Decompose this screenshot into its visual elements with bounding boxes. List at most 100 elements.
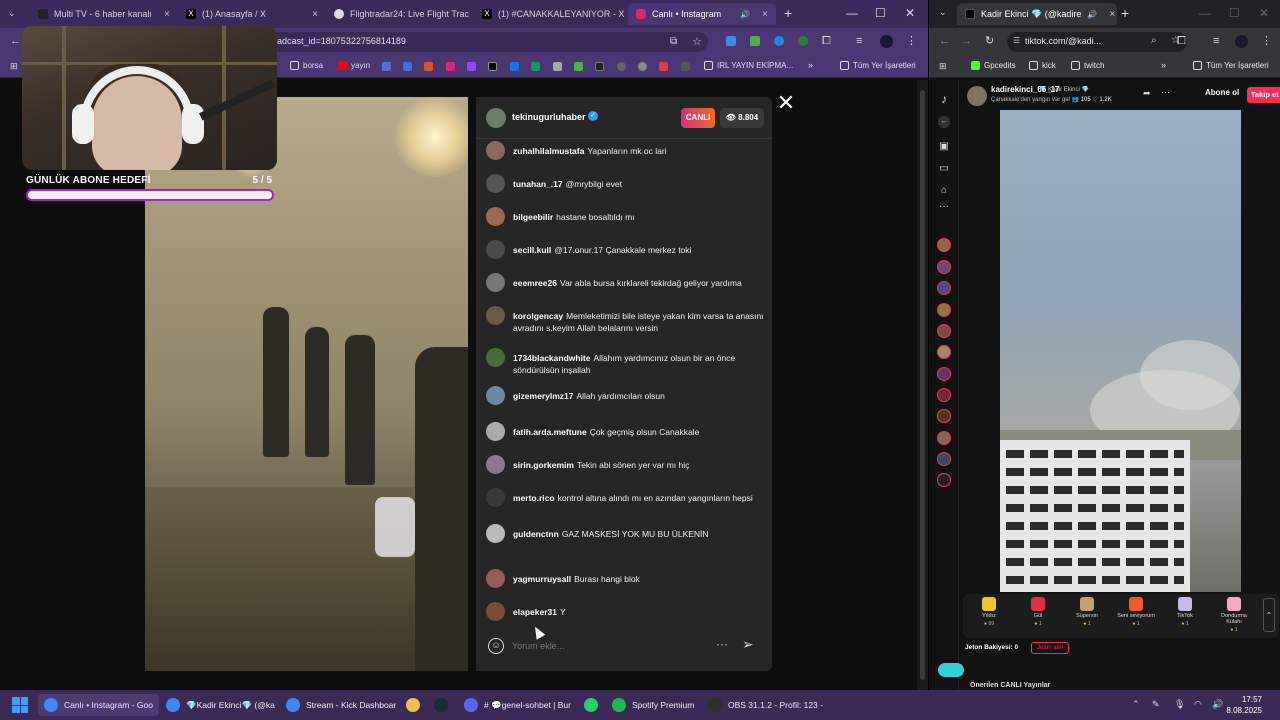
extension-icon[interactable]	[798, 36, 808, 46]
new-tab-icon[interactable]: +	[784, 5, 792, 21]
tiktok-toggle[interactable]	[938, 663, 964, 677]
avatar[interactable]	[486, 524, 505, 543]
bookmark-all[interactable]: Tüm Yer İşaretleri	[840, 61, 916, 70]
tab-search-icon[interactable]: ⌄	[939, 7, 947, 18]
address-bar[interactable]: ☰ tiktok.com/@kadi... ⌕ ☆	[1007, 32, 1187, 52]
avatar[interactable]	[486, 240, 505, 259]
tab-multi-tv[interactable]: Multi TV - 6 haber kanalı ×	[30, 3, 178, 25]
gift-item[interactable]: Yıldız ● 99	[969, 597, 1009, 627]
zoom-icon[interactable]: ⌕	[1151, 35, 1157, 46]
gift-item[interactable]: Süpersin ● 1	[1067, 597, 1107, 627]
bookmark-icon[interactable]	[681, 62, 690, 71]
bookmark-icon[interactable]	[531, 62, 540, 71]
live-user-avatar[interactable]	[937, 409, 951, 423]
live-user-avatar[interactable]	[937, 345, 951, 359]
new-tab-icon[interactable]: +	[1121, 5, 1129, 21]
taskbar-app[interactable]	[400, 694, 426, 716]
tiktok-logo-icon[interactable]: ♪	[937, 92, 951, 106]
bookmark-icon[interactable]	[574, 62, 583, 71]
bookmark-icon[interactable]	[595, 62, 604, 71]
bookmark-icon[interactable]	[424, 62, 433, 71]
comment-username[interactable]: guldenctnn	[513, 529, 559, 539]
taskbar-app[interactable]: Spotify Premium	[606, 694, 700, 716]
comment-username[interactable]: fatih.arda.meftune	[513, 427, 587, 437]
maximize-icon[interactable]: ☐	[875, 6, 886, 20]
profile-avatar[interactable]	[880, 35, 893, 48]
taskbar-app[interactable]: OBS 31.1.2 - Profil: 123 -	[702, 694, 829, 716]
comment-username[interactable]: secill.kull	[513, 245, 551, 255]
forward-arrow-icon[interactable]: →	[961, 35, 972, 47]
window-close-icon[interactable]: ✕	[1259, 6, 1269, 20]
speaker-icon[interactable]: 🔊	[1087, 10, 1097, 19]
comment-username[interactable]: bilgeebilir	[513, 212, 553, 222]
emoji-icon[interactable]: ☺	[488, 638, 504, 654]
avatar[interactable]	[486, 386, 505, 405]
more-options-icon[interactable]: ···	[716, 637, 728, 651]
avatar[interactable]	[486, 422, 505, 441]
extension-icon[interactable]	[750, 36, 760, 46]
tab-flightradar[interactable]: Flightradar24: Live Flight Trac ×	[326, 3, 474, 25]
tab-instagram[interactable]: Canlı • Instagram 🔊 ×	[628, 3, 776, 25]
close-icon[interactable]: ×	[1109, 9, 1115, 20]
comment-input[interactable]	[512, 637, 712, 655]
scrollbar-thumb[interactable]	[920, 90, 925, 680]
bookmark-all[interactable]: Tüm Yer İşaretleri	[1193, 61, 1269, 70]
tray-pen-icon[interactable]: ✎	[1152, 699, 1160, 710]
bookmark-icon[interactable]	[382, 62, 391, 71]
gift-item[interactable]: Dondurma Külahı ● 1	[1214, 597, 1254, 633]
minimize-icon[interactable]: —	[1199, 6, 1211, 20]
bookmark-icon[interactable]	[638, 62, 647, 71]
more-icon[interactable]: ···	[937, 200, 951, 214]
chevron-right-icon[interactable]: »	[808, 60, 813, 70]
cast-icon[interactable]: ⧉	[670, 36, 677, 47]
comment-username[interactable]: sirin.gorkemim	[513, 460, 574, 470]
tray-chevron-icon[interactable]: ⌃	[1132, 699, 1140, 710]
gift-item[interactable]: Seni seviyorum ● 1	[1116, 597, 1156, 627]
bookmark-borsa[interactable]: borsa	[290, 61, 323, 70]
address-bar[interactable]: oadcast_id=18075322756814189	[228, 32, 708, 52]
x-bookmark-icon[interactable]	[488, 62, 497, 71]
window-close-icon[interactable]: ✕	[905, 6, 915, 20]
follow-button[interactable]: Takip et ⊕	[1247, 87, 1280, 103]
close-icon[interactable]: ×	[312, 9, 318, 20]
puzzle-icon[interactable]: ⧠	[822, 35, 831, 48]
tab-x-home[interactable]: X (1) Anasayfa / X ×	[178, 3, 326, 25]
avatar[interactable]	[486, 569, 505, 588]
live-user-avatar[interactable]	[937, 367, 951, 381]
send-icon[interactable]: ➢	[742, 636, 754, 653]
bookmark-icon[interactable]	[617, 62, 626, 71]
bookmark-icon[interactable]	[403, 62, 412, 71]
apps-grid-icon[interactable]: ⊞	[939, 61, 947, 72]
comment-username[interactable]: 1734blackandwhite	[513, 353, 590, 363]
reading-list-icon[interactable]: ≡	[1213, 35, 1219, 47]
taskbar-app[interactable]: Canlı • Instagram - Goo	[38, 694, 159, 716]
avatar[interactable]	[486, 488, 505, 507]
comment-username[interactable]: yagmurruysall	[513, 574, 571, 584]
minimize-icon[interactable]: —	[846, 6, 858, 20]
chevron-up-icon[interactable]: ⌃	[1263, 598, 1275, 632]
tab-search-icon[interactable]: ⌄	[8, 8, 16, 19]
comment-username[interactable]: korolgencay	[513, 311, 563, 321]
avatar[interactable]	[486, 108, 506, 128]
comment-username[interactable]: merto.rico	[513, 493, 555, 503]
tab-x-canakkale[interactable]: X (1) #CANAKKALEYANIYOR - X ×	[474, 3, 624, 25]
system-clock[interactable]: 17:57 8.08.2025	[1226, 694, 1262, 716]
avatar[interactable]	[486, 348, 505, 367]
live-user-avatar[interactable]	[937, 452, 951, 466]
taskbar-app[interactable]	[428, 694, 454, 716]
menu-kebab-icon[interactable]: ⋮	[1261, 34, 1272, 47]
close-live-icon[interactable]: ✕	[776, 92, 796, 114]
bookmark-irl-yayin[interactable]: IRL YAYIN EKİPMA...	[704, 61, 793, 70]
avatar[interactable]	[486, 174, 505, 193]
more-options-icon[interactable]: ···	[1161, 87, 1170, 97]
avatar[interactable]	[486, 273, 505, 292]
comment-username[interactable]: zuhalhilalmustafa	[513, 146, 584, 156]
puzzle-icon[interactable]: ⧠	[1177, 35, 1186, 48]
avatar[interactable]	[486, 602, 505, 621]
close-icon[interactable]: ×	[762, 9, 768, 20]
avatar[interactable]	[486, 141, 505, 160]
taskbar-app[interactable]	[578, 694, 604, 716]
close-icon[interactable]: ×	[164, 9, 170, 20]
home-icon[interactable]: ⌂	[937, 184, 951, 198]
taskbar-app[interactable]: # 💬genel-sohbet | Bur	[458, 694, 577, 716]
